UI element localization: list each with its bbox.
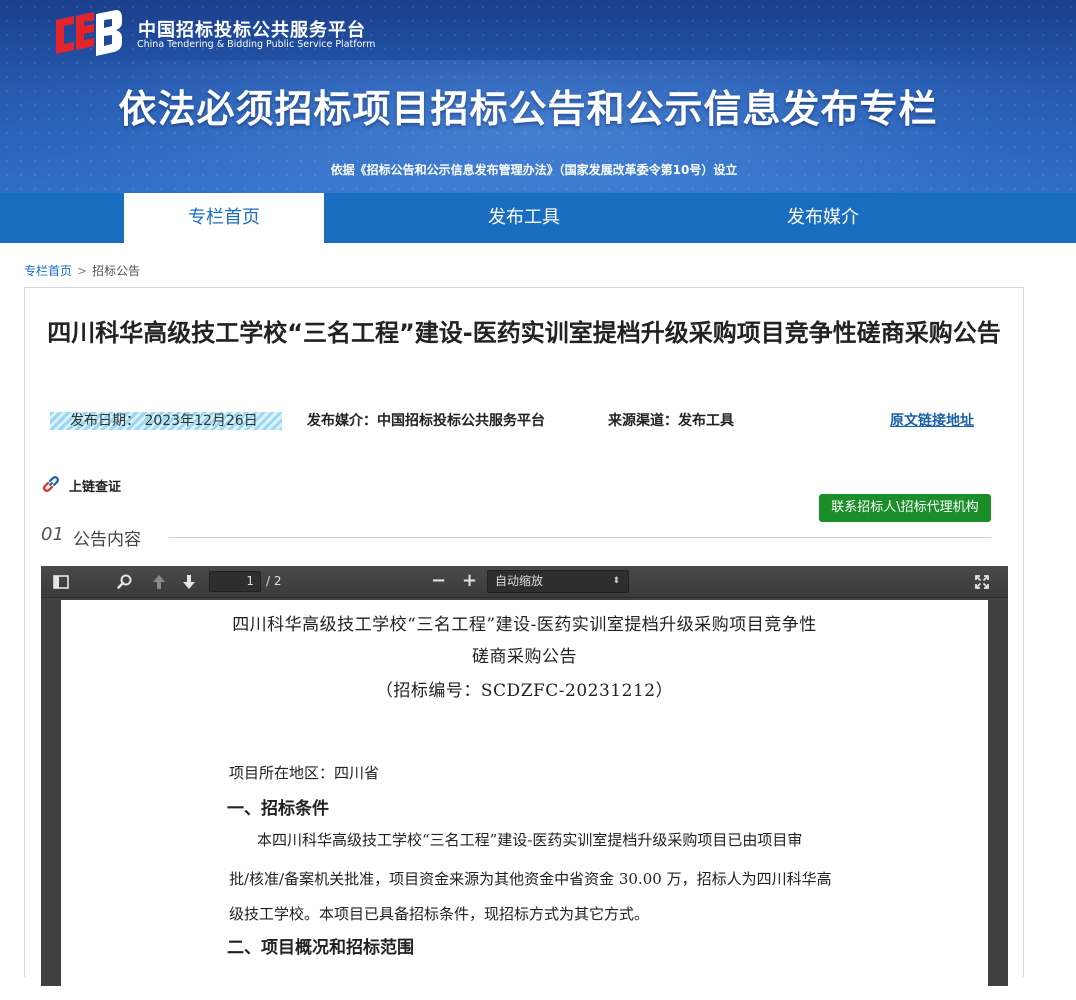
zoom-select[interactable]: 自动缩放 ⬍	[487, 570, 629, 593]
nav-tab-publish-media[interactable]: 发布媒介	[723, 193, 923, 243]
breadcrumb-home-link[interactable]: 专栏首页	[24, 264, 72, 278]
source-channel: 来源渠道：发布工具	[608, 413, 734, 429]
breadcrumb-separator: >	[77, 264, 88, 278]
site-name-en: China Tendering & Bidding Public Service…	[137, 39, 376, 50]
doc-region: 项目所在地区：四川省	[229, 764, 380, 782]
search-icon[interactable]	[115, 572, 135, 592]
doc-para-line1: 本四川科华高级技工学校“三名工程”建设-医药实训室提档升级采购项目已由项目审	[257, 831, 803, 849]
zoom-in-button[interactable]: +	[462, 570, 477, 591]
pdf-page: 四川科华高级技工学校“三名工程”建设-医药实训室提档升级采购项目竞争性 磋商采购…	[61, 600, 988, 1000]
zoom-select-value: 自动缩放	[495, 574, 544, 588]
section-divider	[169, 537, 991, 538]
doc-code: （招标编号：SCDZFC-20231212）	[375, 681, 674, 701]
doc-heading-2: 二、项目概况和招标范围	[227, 938, 414, 958]
article-panel: 四川科华高级技工学校“三名工程”建设-医药实训室提档升级采购项目竞争性磋商采购公…	[24, 287, 1024, 1000]
previous-page-icon[interactable]	[149, 572, 169, 592]
publish-date: 发布日期： 2023年12月26日	[50, 412, 282, 430]
original-link[interactable]: 原文链接地址	[890, 412, 974, 430]
doc-para-line2: 批/核准/备案机关批准，项目资金来源为其他资金中省资金 30.00 万，招标人为…	[229, 870, 832, 888]
article-title: 四川科华高级技工学校“三名工程”建设-医药实训室提档升级采购项目竞争性磋商采购公…	[47, 319, 1001, 347]
banner-subtitle: 依据《招标公告和公示信息发布管理办法》（国家发展改革委令第10号）设立	[330, 163, 738, 177]
banner-title: 依法必须招标项目招标公告和公示信息发布专栏	[118, 87, 938, 131]
section-number: 01	[41, 524, 64, 545]
chain-link-icon	[43, 476, 59, 492]
breadcrumb-current: 招标公告	[92, 264, 141, 278]
page-number-input[interactable]: 1	[209, 571, 261, 592]
pdf-toolbar: 1 / 2 − + 自动缩放 ⬍	[41, 566, 1008, 598]
contact-tenderer-button[interactable]: 联系招标人\招标代理机构	[819, 494, 991, 522]
sidebar-toggle-icon[interactable]	[51, 572, 71, 592]
doc-para-line3: 级技工学校。本项目已具备招标条件，现招标方式为其它方式。	[229, 905, 650, 923]
doc-title-line1: 四川科华高级技工学校“三名工程”建设-医药实训室提档升级采购项目竞争性	[232, 615, 817, 635]
zoom-out-button[interactable]: −	[431, 570, 446, 591]
pdf-viewer[interactable]: 1 / 2 − + 自动缩放 ⬍ 四川科华高级技工学校“三名工程”建设-医药实训…	[41, 566, 1008, 1000]
main-nav: 专栏首页 发布工具 发布媒介	[0, 193, 1076, 243]
page-total: / 2	[266, 574, 282, 588]
platform-logo-icon[interactable]	[52, 10, 124, 58]
nav-tab-home[interactable]: 专栏首页	[124, 193, 324, 243]
select-caret-icon: ⬍	[612, 576, 620, 586]
chain-verify-label[interactable]: 上链查证	[69, 476, 121, 495]
breadcrumb: 专栏首页 > 招标公告	[24, 262, 140, 279]
doc-title-line2: 磋商采购公告	[472, 647, 577, 667]
fullscreen-icon[interactable]	[972, 572, 992, 592]
nav-tab-publish-tools[interactable]: 发布工具	[424, 193, 624, 243]
publish-media: 发布媒介：中国招标投标公共服务平台	[307, 413, 545, 429]
header-banner: 中国招标投标公共服务平台 China Tendering & Bidding P…	[0, 0, 1076, 193]
section-label: 公告内容	[73, 530, 141, 550]
doc-heading-1: 一、招标条件	[227, 799, 329, 819]
next-page-icon[interactable]	[179, 572, 199, 592]
